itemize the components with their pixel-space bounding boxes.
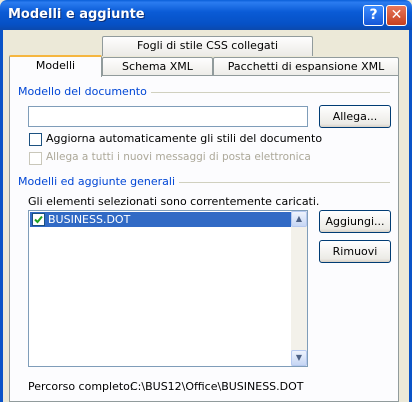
auto-update-styles-label: Aggiorna automaticamente gli stili del d… [46,132,323,145]
scrollbar[interactable]: ▲ ▼ [291,211,307,366]
global-templates-group-label: Modelli ed aggiunte generali [18,175,180,188]
scroll-down-arrow-icon[interactable]: ▼ [291,350,307,366]
business-dot-checkbox[interactable] [32,213,45,226]
template-path-input[interactable] [28,106,308,127]
window-border-left [0,30,3,402]
tab-css-stylesheets[interactable]: Fogli di stile CSS collegati [102,36,313,56]
checkmark-icon [34,215,43,224]
attach-all-emails-checkbox[interactable] [29,152,42,165]
list-item-label: BUSINESS.DOT [48,213,131,226]
auto-update-styles-checkbox[interactable] [29,133,42,146]
list-item[interactable]: BUSINESS.DOT [30,212,299,227]
full-path-label: Percorso completo: [28,380,134,393]
loaded-items-description: Gli elementi selezionati sono correnteme… [28,195,320,208]
document-template-group-label: Modello del documento [18,85,151,98]
attach-button[interactable]: Allega... [319,105,391,128]
attach-all-emails-label: Allega a tutti i nuovi messaggi di posta… [46,151,311,163]
full-path-value: C:\BUS12\Office\BUSINESS.DOT [130,380,304,393]
global-templates-list[interactable]: BUSINESS.DOT ▲ ▼ [28,210,308,367]
tab-xml-schema[interactable]: Schema XML [102,57,213,77]
close-button[interactable]: ✕ [386,5,407,26]
add-button[interactable]: Aggiungi... [319,210,391,233]
scroll-up-arrow-icon[interactable]: ▲ [291,211,307,227]
remove-button[interactable]: Rimuovi [319,240,391,263]
window-title: Modelli e aggiunte [8,7,145,22]
tab-templates[interactable]: Modelli [9,55,102,77]
help-button[interactable]: ? [363,5,384,26]
tab-xml-expansion-packs[interactable]: Pacchetti di espansione XML [213,57,399,77]
